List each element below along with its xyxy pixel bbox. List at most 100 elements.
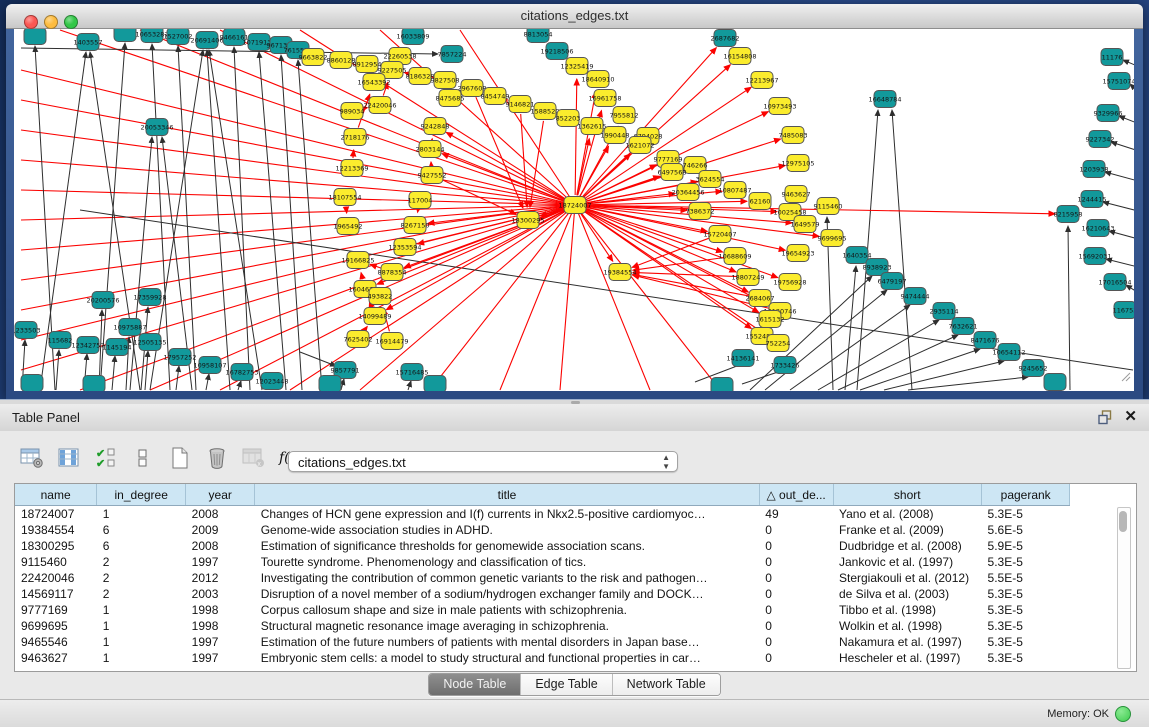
graph-node[interactable]: 12353594 bbox=[388, 239, 421, 256]
table-cell[interactable]: Corpus callosum shape and size in male p… bbox=[255, 602, 760, 618]
graph-node[interactable]: 2687682 bbox=[711, 30, 740, 47]
table-scrollbar-thumb[interactable] bbox=[1119, 511, 1127, 532]
table-cell[interactable]: Tibbo et al. (1998) bbox=[833, 602, 982, 618]
table-cell[interactable]: Dudbridge et al. (2008) bbox=[833, 538, 982, 554]
table-cell[interactable]: 5.6E-5 bbox=[982, 522, 1070, 538]
table-cell[interactable]: 19384554 bbox=[15, 522, 97, 538]
graph-node[interactable]: 1621072 bbox=[626, 137, 655, 154]
graph-node[interactable]: 2803144 bbox=[416, 141, 445, 158]
graph-node[interactable]: 493822 bbox=[368, 288, 393, 305]
graph-edge[interactable] bbox=[582, 154, 630, 198]
table-cell[interactable]: 5.3E-5 bbox=[982, 602, 1070, 618]
graph-edge[interactable] bbox=[575, 79, 577, 195]
new-table-button[interactable] bbox=[167, 445, 193, 471]
table-cell[interactable]: 5.3E-5 bbox=[982, 586, 1070, 602]
table-cell[interactable]: Yano et al. (2008) bbox=[833, 506, 982, 523]
float-window-icon[interactable] bbox=[1098, 410, 1113, 425]
graph-node[interactable]: 6497568 bbox=[658, 164, 687, 181]
resize-grip-icon[interactable] bbox=[1126, 377, 1130, 381]
table-scrollbar[interactable] bbox=[1117, 507, 1131, 669]
table-cell[interactable]: 6 bbox=[97, 522, 186, 538]
graph-node[interactable]: 9245652 bbox=[1019, 360, 1048, 377]
graph-edge[interactable] bbox=[238, 381, 241, 390]
graph-edge[interactable] bbox=[1111, 142, 1134, 152]
graph-node[interactable]: 7955812 bbox=[610, 107, 639, 124]
table-cell[interactable]: Hescheler et al. (1997) bbox=[833, 650, 982, 666]
table-cell[interactable]: de Silva et al. (2003) bbox=[833, 586, 982, 602]
table-cell[interactable]: 5.3E-5 bbox=[982, 506, 1070, 523]
table-cell[interactable]: 9463627 bbox=[15, 650, 97, 666]
graph-edge[interactable] bbox=[577, 139, 589, 196]
graph-edge[interactable] bbox=[441, 179, 516, 214]
table-cell[interactable]: 1997 bbox=[186, 634, 255, 650]
delete-table-button-disabled[interactable]: x bbox=[241, 445, 267, 471]
table-cell[interactable]: Genome-wide association studies in ADHD. bbox=[255, 522, 760, 538]
graph-node[interactable]: 12505135 bbox=[133, 334, 166, 351]
rows-button[interactable] bbox=[130, 445, 156, 471]
graph-node[interactable]: 9227342 bbox=[1086, 131, 1115, 148]
table-cell[interactable]: 1 bbox=[97, 506, 186, 523]
graph-node[interactable]: 19218506 bbox=[540, 43, 573, 60]
graph-node[interactable]: 16648784 bbox=[868, 91, 901, 108]
graph-node[interactable]: 115682 bbox=[48, 332, 73, 349]
graph-edge[interactable] bbox=[21, 205, 575, 220]
graph-edge[interactable] bbox=[892, 110, 912, 390]
table-cell[interactable]: 5.5E-5 bbox=[982, 570, 1070, 586]
table-cell[interactable]: 1997 bbox=[186, 650, 255, 666]
graph-node[interactable]: 16210643 bbox=[1081, 220, 1114, 237]
graph-edge[interactable] bbox=[1130, 84, 1134, 95]
graph-edge[interactable] bbox=[21, 160, 575, 205]
graph-node[interactable]: 1145194 bbox=[103, 339, 132, 356]
graph-node[interactable] bbox=[1044, 374, 1066, 391]
graph-node[interactable]: 1233503 bbox=[14, 322, 40, 339]
table-cell[interactable]: 0 bbox=[759, 522, 833, 538]
table-row[interactable]: 1938455462009Genome-wide association stu… bbox=[15, 522, 1136, 538]
graph-node[interactable]: 9242848 bbox=[421, 118, 450, 135]
graph-node[interactable]: 16154808 bbox=[723, 48, 756, 65]
table-cell[interactable]: 2 bbox=[97, 554, 186, 570]
graph-node[interactable]: 15720407 bbox=[703, 226, 736, 243]
graph-edge[interactable] bbox=[206, 374, 209, 390]
graph-edge[interactable] bbox=[1068, 226, 1070, 390]
graph-node[interactable]: 116753 bbox=[1113, 302, 1134, 319]
graph-node[interactable]: 7485083 bbox=[779, 127, 808, 144]
graph-edge[interactable] bbox=[353, 150, 354, 158]
table-cell[interactable]: 1 bbox=[97, 634, 186, 650]
table-cell[interactable]: 2009 bbox=[186, 522, 255, 538]
table-cell[interactable]: 5.3E-5 bbox=[982, 634, 1070, 650]
graph-edge[interactable] bbox=[560, 205, 575, 390]
graph-node[interactable] bbox=[21, 375, 43, 392]
graph-edge[interactable] bbox=[112, 356, 115, 390]
graph-edge[interactable] bbox=[234, 47, 250, 390]
column-chooser-button[interactable] bbox=[56, 445, 82, 471]
graph-node[interactable]: 8267150 bbox=[401, 217, 430, 234]
graph-node[interactable]: 8878354 bbox=[378, 264, 407, 281]
table-row[interactable]: 911546021997Tourette syndrome. Phenomeno… bbox=[15, 554, 1136, 570]
graph-node[interactable]: 9115460 bbox=[814, 198, 843, 215]
graph-node[interactable]: 8471676 bbox=[971, 332, 1000, 349]
graph-edge[interactable] bbox=[1105, 172, 1134, 182]
graph-node[interactable]: 17016504 bbox=[1098, 274, 1131, 291]
graph-edge[interactable] bbox=[1103, 202, 1134, 212]
graph-node[interactable]: 62160 bbox=[749, 193, 771, 210]
graph-node[interactable]: 2935114 bbox=[930, 303, 959, 320]
graph-node[interactable]: 16782753 bbox=[225, 364, 258, 381]
network-canvas[interactable]: 1403557106532871527002206914069466161107… bbox=[14, 29, 1134, 391]
graph-node[interactable]: 6479197 bbox=[878, 273, 907, 290]
graph-node[interactable]: 8215958 bbox=[1054, 206, 1083, 223]
graph-edge[interactable] bbox=[298, 60, 322, 390]
table-cell[interactable]: 9777169 bbox=[15, 602, 97, 618]
graph-node[interactable]: 1615132 bbox=[756, 311, 785, 328]
graph-node[interactable]: 9463627 bbox=[782, 186, 811, 203]
graph-node[interactable]: 12213369 bbox=[335, 160, 368, 177]
table-cell[interactable]: Nakamura et al. (1997) bbox=[833, 634, 982, 650]
graph-node[interactable] bbox=[24, 29, 46, 45]
graph-edge[interactable] bbox=[908, 377, 1028, 390]
graph-edge[interactable] bbox=[1126, 285, 1134, 295]
table-cell[interactable]: 6 bbox=[97, 538, 186, 554]
table-cell[interactable]: 1 bbox=[97, 602, 186, 618]
table-cell[interactable]: Estimation of the future numbers of pati… bbox=[255, 634, 760, 650]
table-cell[interactable]: 9115460 bbox=[15, 554, 97, 570]
table-cell[interactable]: Embryonic stem cells: a model to study s… bbox=[255, 650, 760, 666]
graph-edge[interactable] bbox=[530, 121, 543, 207]
